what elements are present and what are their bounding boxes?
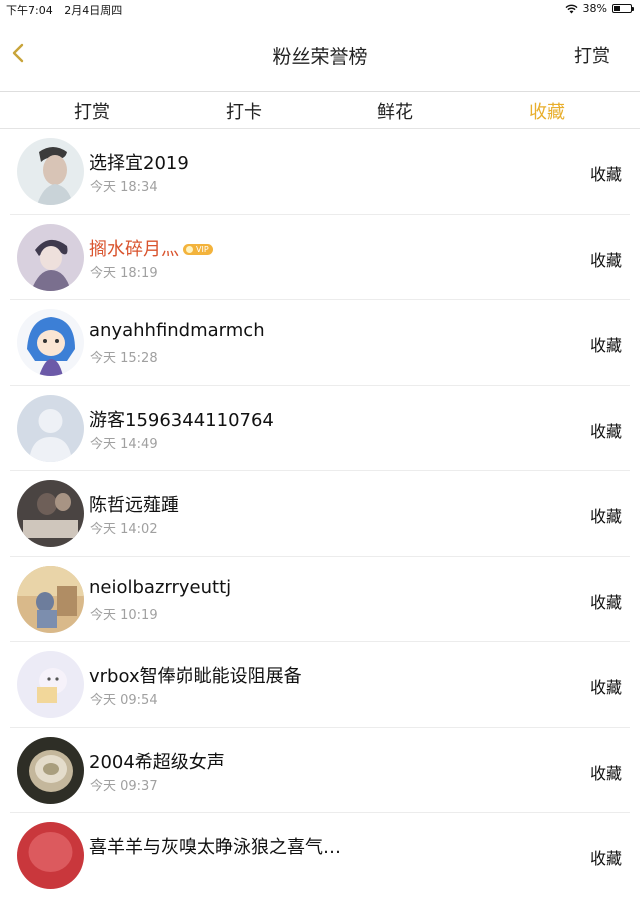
user-name: 游客1596344110764	[89, 409, 274, 431]
tab-checkin[interactable]: 打卡	[226, 98, 262, 124]
battery-fill	[614, 6, 620, 11]
favorite-label: 收藏	[589, 421, 622, 441]
avatar	[17, 736, 84, 804]
favorite-label: 收藏	[589, 165, 622, 184]
user-name: 陈哲远薤踵	[89, 495, 179, 516]
list-item[interactable]: 游客1596344110764 今天 14:49 收藏	[0, 386, 640, 471]
timestamp: 今天 09:54	[90, 693, 158, 708]
avatar	[17, 309, 84, 376]
avatar	[17, 394, 84, 462]
avatar	[17, 651, 84, 718]
favorite-label: 收藏	[589, 763, 622, 783]
list-item[interactable]: 陈哲远薤踵 今天 14:02 收藏	[0, 471, 640, 557]
timestamp: 今天 14:49	[90, 436, 158, 452]
list-item[interactable]: vrbox智俸峁眦能设阻展备 今天 09:54 收藏	[0, 642, 640, 728]
tab-flowers[interactable]: 鲜花	[377, 98, 413, 124]
timestamp: 今天 15:28	[90, 351, 158, 366]
favorite-label: 收藏	[589, 849, 622, 868]
user-name: 选择宜2019	[89, 153, 189, 174]
list-item[interactable]: anyahhfindmarmch 今天 15:28 收藏	[0, 300, 640, 386]
avatar	[17, 138, 84, 205]
avatar	[17, 565, 84, 633]
vip-badge: VIP	[183, 243, 213, 255]
fan-list: 选择宜2019 今天 18:34 收藏 搁水碎月灬 VIP 今天 18:19 收藏	[0, 129, 640, 899]
favorite-label: 收藏	[589, 678, 622, 697]
status-left: 下午7:04 2月4日周四	[6, 2, 130, 18]
list-item[interactable]: neiolbazrryeuttj 今天 10:19 收藏	[0, 557, 640, 642]
status-right: 38%	[565, 2, 634, 15]
user-name: neiolbazrryeuttj	[89, 576, 232, 598]
timestamp: 今天 18:19	[90, 265, 158, 281]
timestamp: 今天 09:37	[90, 778, 158, 794]
avatar	[17, 223, 84, 291]
tab-favorites[interactable]: 收藏	[529, 98, 565, 124]
tab-bar: 打赏 打卡 鲜花 收藏	[0, 92, 640, 128]
nav-bar: 粉丝荣誉榜 打赏	[0, 18, 640, 90]
favorite-label: 收藏	[589, 250, 622, 270]
favorite-label: 收藏	[589, 592, 622, 612]
avatar	[17, 480, 84, 547]
wifi-icon	[565, 4, 578, 13]
avatar	[17, 822, 84, 889]
list-item[interactable]: 选择宜2019 今天 18:34 收藏	[0, 129, 640, 215]
battery-icon	[612, 4, 634, 13]
user-name: 搁水碎月灬 VIP	[89, 235, 213, 261]
list-item[interactable]: 搁水碎月灬 VIP 今天 18:19 收藏	[0, 215, 640, 300]
reward-button[interactable]: 打赏	[574, 42, 610, 68]
list-item[interactable]: 2004希超级女声 今天 09:37 收藏	[0, 728, 640, 813]
favorite-label: 收藏	[589, 507, 622, 526]
status-bar: 下午7:04 2月4日周四 38%	[0, 0, 640, 18]
user-name: 喜羊羊与灰嗅太睁泳狼之喜气…	[89, 837, 341, 858]
battery-percent: 38%	[582, 2, 607, 15]
tab-reward[interactable]: 打赏	[74, 98, 110, 124]
user-name: anyahhfindmarmch	[89, 320, 265, 341]
status-date: 2月4日周四	[64, 4, 123, 17]
list-item[interactable]: 喜羊羊与灰嗅太睁泳狼之喜气… 收藏	[0, 813, 640, 899]
user-name: 2004希超级女声	[89, 751, 225, 773]
status-time: 下午7:04	[6, 4, 53, 17]
user-name-text: 搁水碎月灬	[89, 238, 179, 260]
user-name: vrbox智俸峁眦能设阻展备	[89, 666, 302, 687]
favorite-label: 收藏	[589, 336, 622, 355]
timestamp: 今天 10:19	[90, 607, 158, 623]
timestamp: 今天 18:34	[90, 180, 158, 195]
page-title: 粉丝荣誉榜	[272, 46, 368, 68]
timestamp: 今天 14:02	[90, 522, 158, 537]
